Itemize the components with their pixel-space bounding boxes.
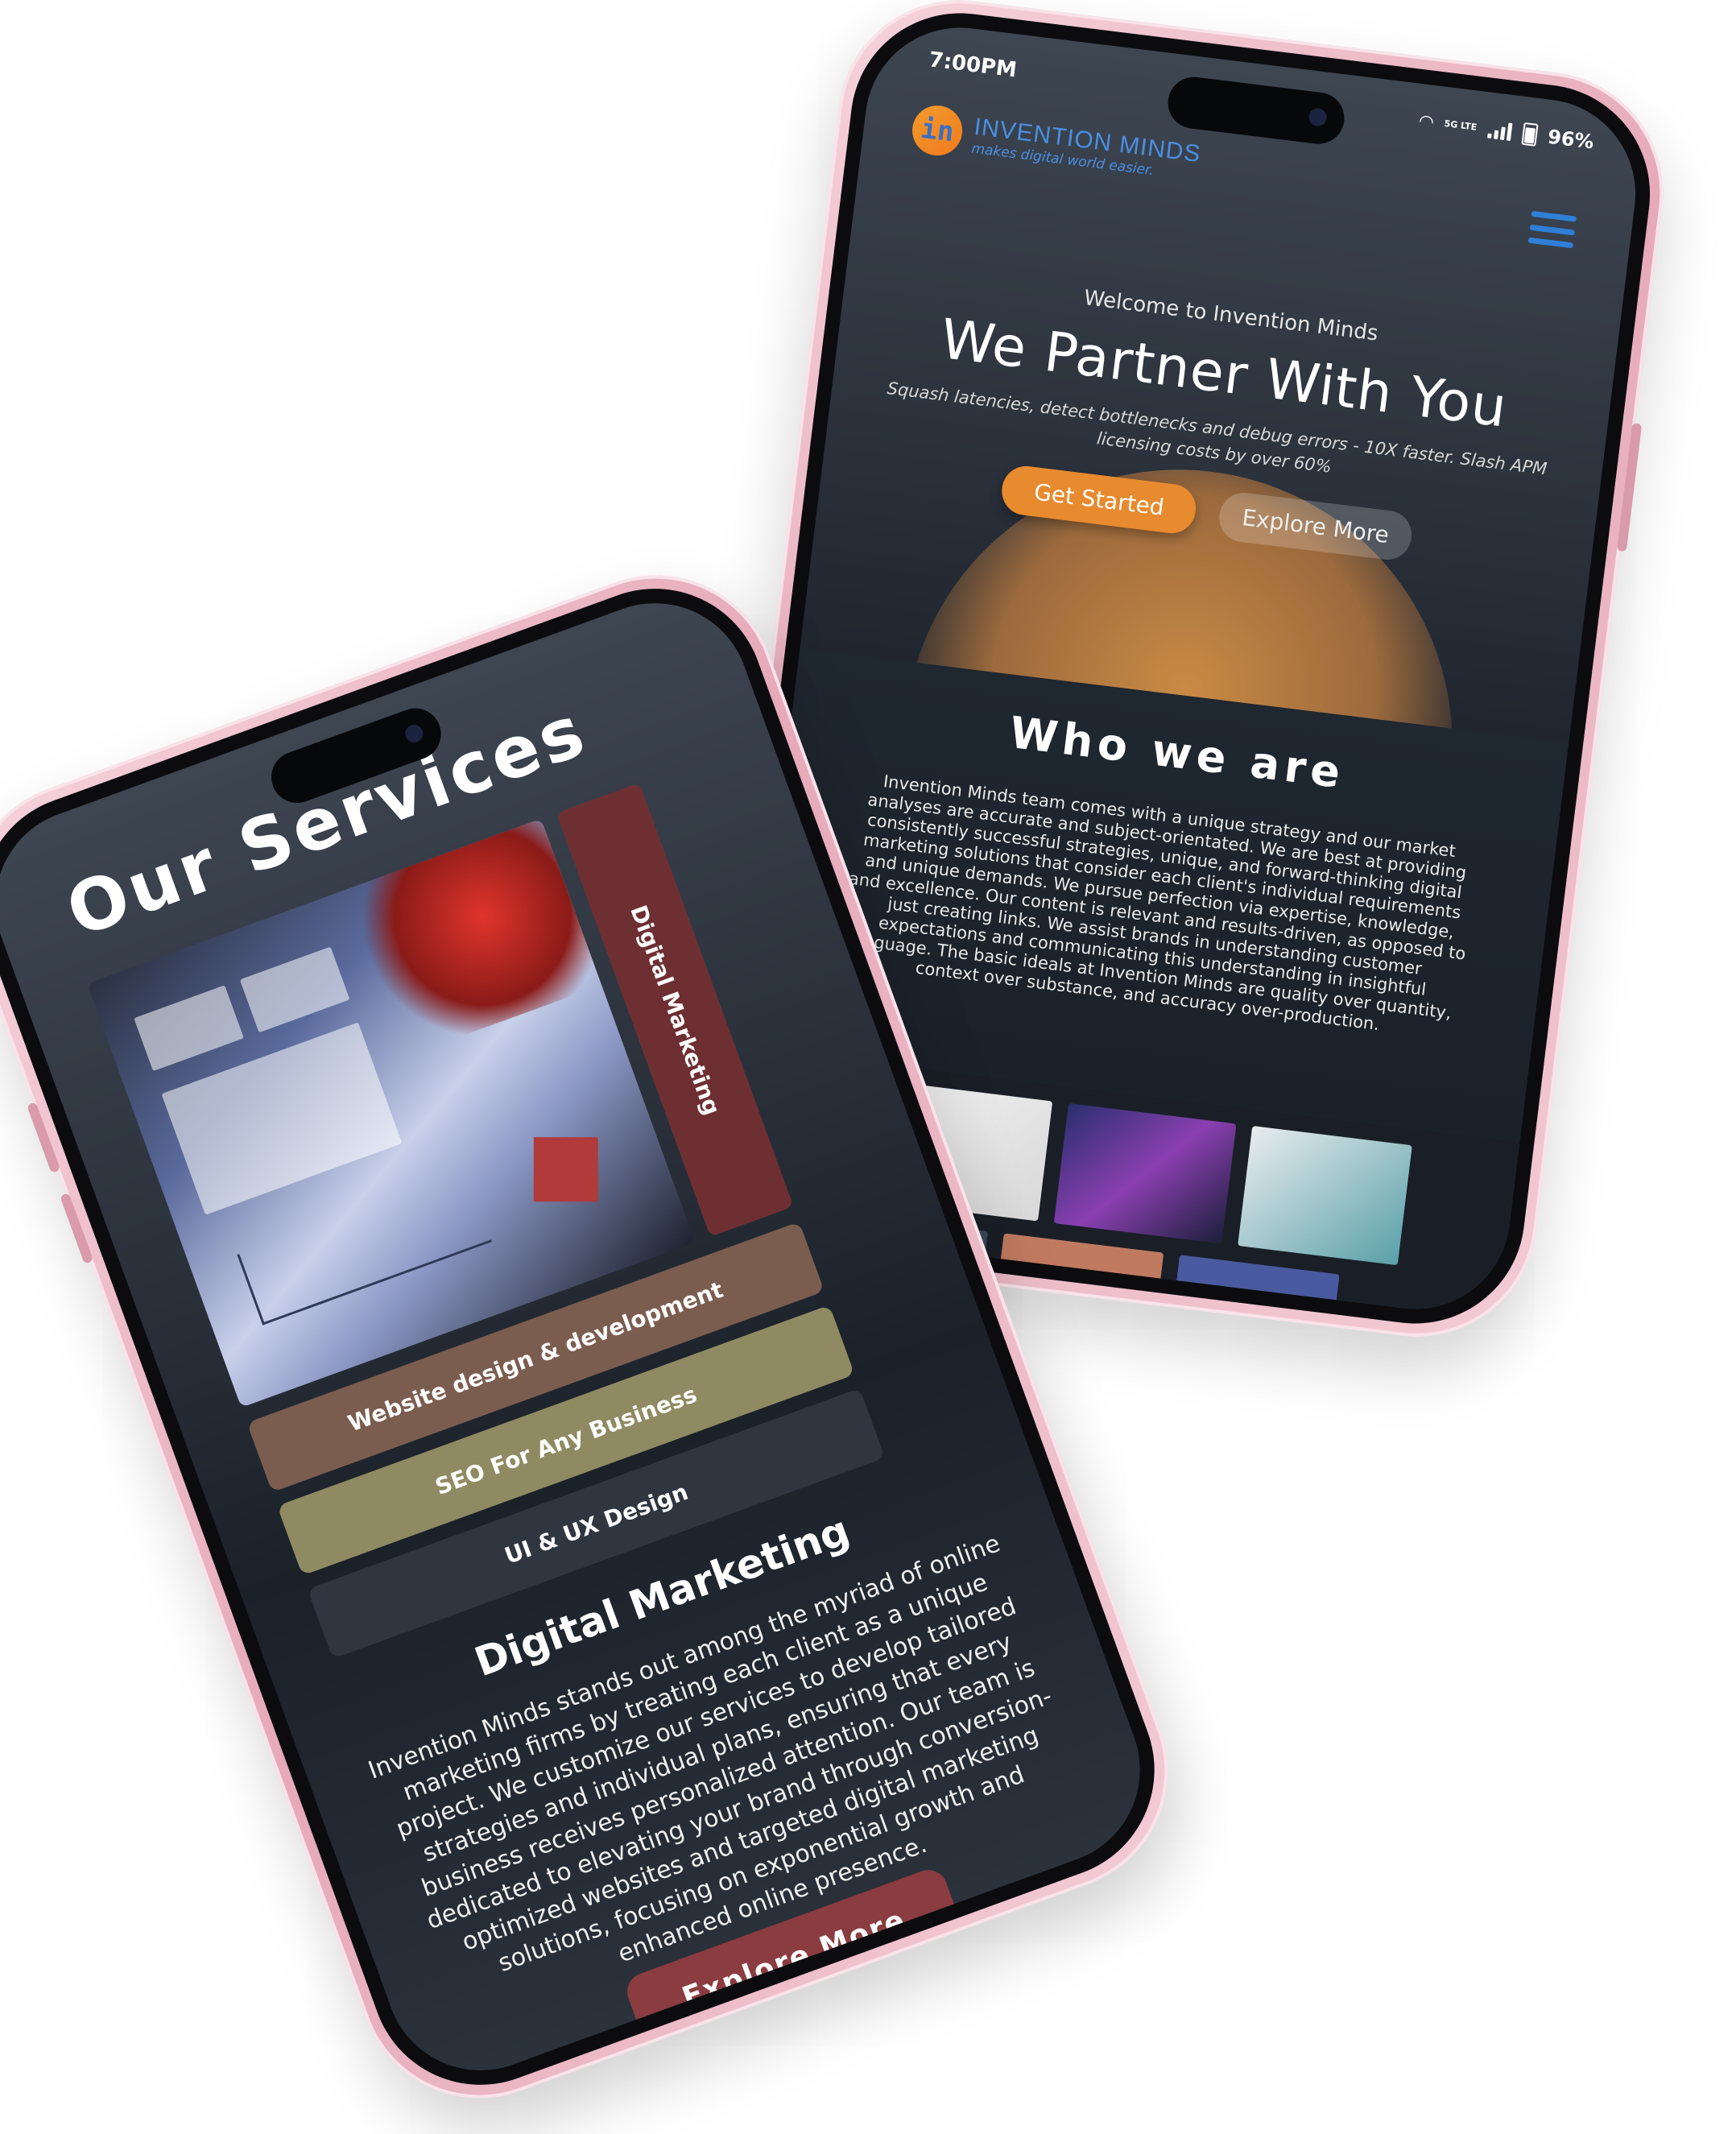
signal-icon (1486, 121, 1513, 141)
image-cube (533, 1137, 598, 1202)
status-time: 7:00PM (927, 48, 1019, 83)
image-card (134, 985, 244, 1072)
gallery-image[interactable] (1238, 1126, 1412, 1266)
menu-icon[interactable] (1527, 210, 1577, 249)
hero-section: Welcome to Invention Minds We Partner Wi… (820, 257, 1617, 1049)
image-card (239, 946, 350, 1033)
battery-icon (1520, 122, 1539, 147)
battery-percent: 96% (1546, 125, 1596, 154)
gallery-image[interactable] (1053, 1102, 1237, 1244)
logo-mark-icon: in (909, 102, 965, 159)
camera-icon (1308, 107, 1328, 127)
status-icons: ◠ 5G LTE 96% (1418, 110, 1596, 154)
digital-marketing-tab-label: Digital Marketing (624, 901, 725, 1119)
camera-icon (403, 722, 426, 746)
who-we-are-body: Invention Minds team comes with a unique… (847, 771, 1468, 1035)
image-chart (237, 1171, 492, 1325)
network-label: 5G LTE (1443, 118, 1478, 133)
wifi-icon: ◠ (1418, 110, 1435, 133)
